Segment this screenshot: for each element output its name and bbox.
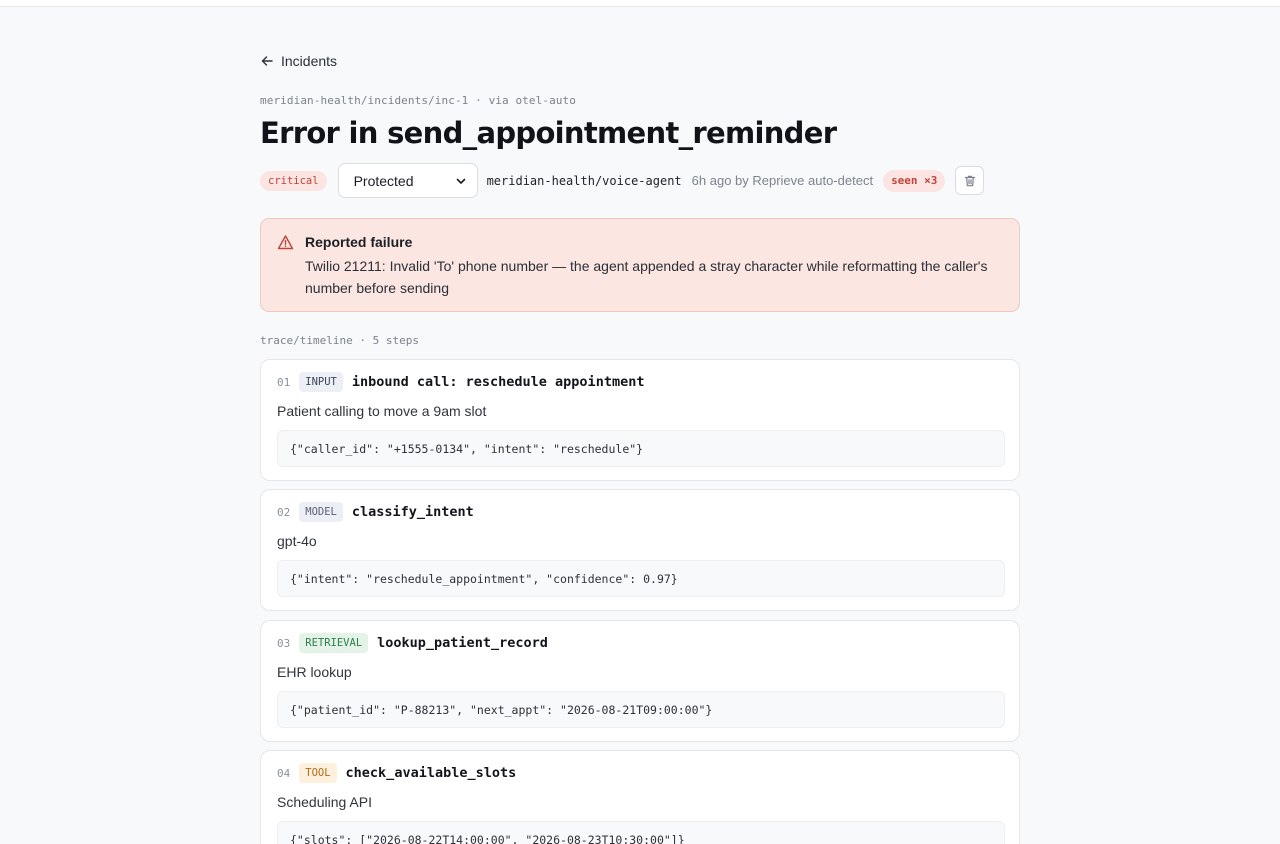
trace-step[interactable]: 02 MODEL classify_intent gpt-4o {"intent… [260, 489, 1020, 611]
reported-failure-alert: Reported failure Twilio 21211: Invalid '… [260, 218, 1020, 312]
trash-icon [964, 175, 976, 186]
incident-meta: critical Protected meridian-health/voice… [260, 163, 1020, 198]
step-header: 01 INPUT inbound call: reschedule appoin… [277, 372, 644, 392]
step-payload: {"intent": "reschedule_appointment", "co… [277, 560, 1005, 597]
status-select[interactable]: Protected [337, 163, 478, 198]
page-title: Error in send_appointment_reminder [260, 116, 837, 150]
step-payload: {"caller_id": "+1555-0134", "intent": "r… [277, 430, 1005, 467]
step-description: gpt-4o [277, 533, 317, 549]
trace-step[interactable]: 03 RETRIEVAL lookup_patient_record EHR l… [260, 620, 1020, 742]
alert-title: Reported failure [305, 234, 413, 250]
seen-count-badge: seen ×3 [883, 169, 946, 192]
detected-time: 6h ago by Reprieve auto-detect [691, 173, 874, 188]
chevron-down-icon [456, 178, 465, 184]
arrow-left-icon [261, 56, 273, 66]
step-description: Scheduling API [277, 794, 372, 810]
alert-message: Twilio 21211: Invalid 'To' phone number … [305, 258, 988, 296]
step-header: 04 TOOL check_available_slots [277, 763, 516, 783]
step-kind-badge: INPUT [299, 372, 343, 392]
step-kind-badge: MODEL [299, 502, 343, 522]
step-name: inbound call: reschedule appointment [351, 374, 645, 390]
warning-triangle-icon [277, 235, 294, 250]
step-name: lookup_patient_record [377, 635, 548, 651]
step-number: 02 [277, 505, 291, 519]
incident-path: meridian-health/incidents/inc-1 · via ot… [260, 94, 576, 107]
step-kind-badge: RETRIEVAL [299, 633, 369, 653]
severity-badge: critical [260, 170, 327, 191]
step-description: Patient calling to move a 9am slot [277, 403, 487, 419]
back-link[interactable]: Incidents [260, 52, 337, 70]
step-payload: {"slots": ["2026-08-22T14:00:00", "2026-… [277, 821, 1005, 844]
delete-button[interactable] [955, 166, 985, 195]
trace-step[interactable]: 04 TOOL check_available_slots Scheduling… [260, 750, 1020, 844]
step-description: EHR lookup [277, 664, 352, 680]
step-number: 01 [277, 375, 291, 389]
step-number: 04 [277, 766, 291, 780]
status-value: Protected [353, 172, 414, 189]
back-link-label: Incidents [281, 53, 338, 69]
trace-label: trace/timeline · 5 steps [260, 334, 419, 347]
step-kind-badge: TOOL [299, 763, 337, 783]
top-bar [0, 0, 1280, 7]
step-header: 02 MODEL classify_intent [277, 502, 474, 522]
step-name: classify_intent [351, 504, 474, 520]
step-payload: {"patient_id": "P-88213", "next_appt": "… [277, 691, 1005, 728]
step-number: 03 [277, 636, 291, 650]
agent-name[interactable]: meridian-health/voice-agent [487, 174, 682, 188]
trace-step[interactable]: 01 INPUT inbound call: reschedule appoin… [260, 359, 1020, 481]
step-header: 03 RETRIEVAL lookup_patient_record [277, 633, 548, 653]
step-name: check_available_slots [345, 765, 517, 781]
